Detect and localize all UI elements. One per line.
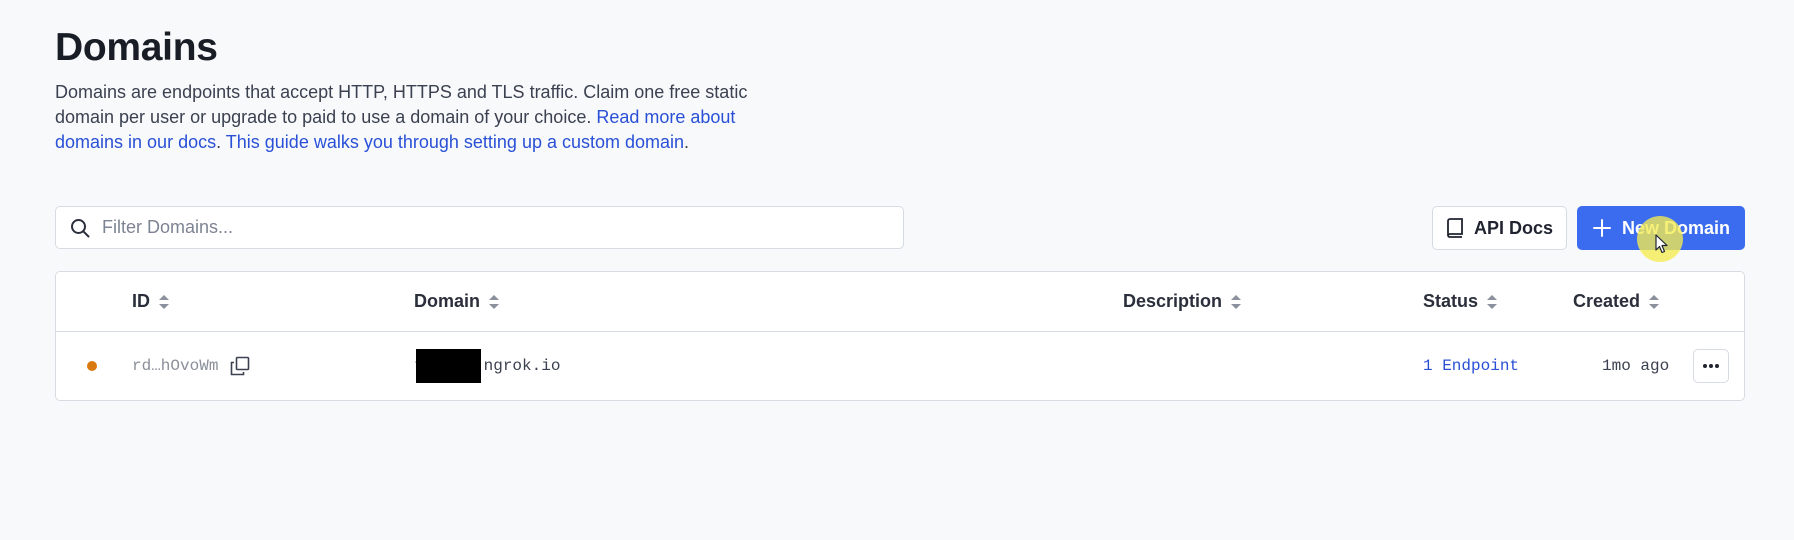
column-header-id[interactable]: ID xyxy=(132,272,170,331)
search-icon xyxy=(70,218,90,238)
column-header-description[interactable]: Description xyxy=(1123,272,1242,331)
sort-icon xyxy=(1648,293,1660,311)
intro-between: . xyxy=(216,132,226,152)
domain-id: rd…hOvoWm xyxy=(132,357,219,375)
intro-end: . xyxy=(684,132,690,152)
status-cell[interactable]: 1 Endpoint xyxy=(1423,332,1519,400)
status-dot xyxy=(87,361,97,371)
endpoint-link[interactable]: 1 Endpoint xyxy=(1423,357,1519,375)
table-row[interactable]: rd…hOvoWm t ngrok.io 1 Endpoint xyxy=(56,332,1744,400)
plus-icon xyxy=(1592,218,1612,238)
created-cell: 1mo ago xyxy=(1602,332,1669,400)
more-horizontal-icon xyxy=(1702,363,1720,369)
sort-icon xyxy=(1230,293,1242,311)
column-label-status: Status xyxy=(1423,291,1479,311)
sort-icon xyxy=(158,293,170,311)
custom-domain-guide-link[interactable]: This guide walks you through setting up … xyxy=(226,132,684,152)
api-docs-button[interactable]: API Docs xyxy=(1432,206,1567,250)
row-actions xyxy=(1693,332,1729,400)
more-actions-button[interactable] xyxy=(1693,349,1729,383)
column-label-domain: Domain xyxy=(414,291,481,311)
status-indicator xyxy=(87,332,97,400)
table-header: ID Domain Description Status Created xyxy=(56,272,1744,332)
column-header-created[interactable]: Created xyxy=(1573,272,1660,331)
page-title: Domains xyxy=(55,26,218,69)
mouse-cursor-icon xyxy=(1655,234,1669,259)
domain-cell[interactable]: t ngrok.io xyxy=(414,332,560,400)
copy-icon[interactable] xyxy=(230,356,250,376)
column-header-status[interactable]: Status xyxy=(1423,272,1498,331)
filter-domains-input[interactable] xyxy=(100,216,864,239)
column-label-id: ID xyxy=(132,291,150,311)
domains-table: ID Domain Description Status Created rd…… xyxy=(55,271,1745,401)
book-icon xyxy=(1446,218,1464,238)
sort-icon xyxy=(488,293,500,311)
column-label-description: Description xyxy=(1123,291,1223,311)
domain-id-cell: rd…hOvoWm xyxy=(132,332,250,400)
redacted-block xyxy=(415,349,481,383)
api-docs-label: API Docs xyxy=(1473,217,1554,238)
column-header-domain[interactable]: Domain xyxy=(414,272,500,331)
column-label-created: Created xyxy=(1573,291,1641,311)
domain-suffix: ngrok.io xyxy=(483,357,561,375)
sort-icon xyxy=(1486,293,1498,311)
page-description: Domains are endpoints that accept HTTP, … xyxy=(55,80,795,155)
created-value: 1mo ago xyxy=(1602,357,1670,375)
filter-domains-field[interactable] xyxy=(55,206,904,249)
